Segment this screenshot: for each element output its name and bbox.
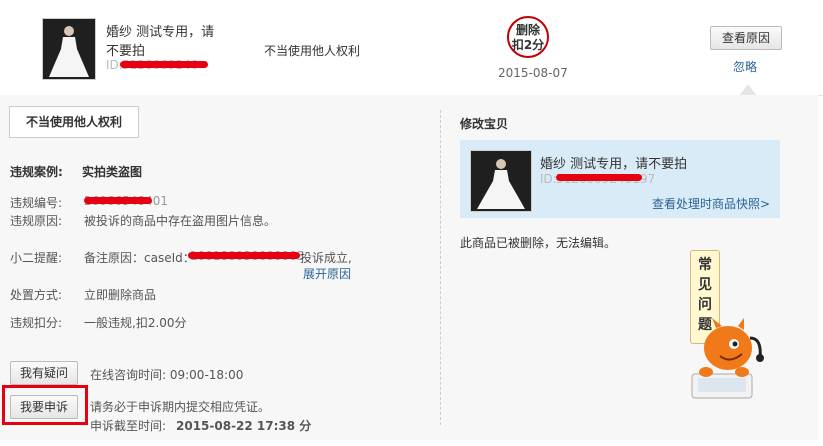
- item-thumbnail[interactable]: [470, 150, 532, 212]
- question-button[interactable]: 我有疑问: [10, 361, 78, 385]
- penalty-stamp: 删除 扣2分: [507, 16, 549, 58]
- reminder-label: 小二提醒:: [10, 251, 63, 265]
- redaction-mark: [120, 61, 208, 68]
- deduct-label: 违规扣分:: [10, 316, 63, 330]
- redaction-mark: [84, 197, 152, 204]
- consult-hours: 在线咨询时间: 09:00-18:00: [90, 368, 244, 382]
- stamp-line1: 删除: [515, 23, 540, 37]
- stamp-line2: 扣2分: [511, 38, 545, 52]
- panel-divider: [440, 110, 441, 425]
- reminder-prefix: 备注原因：caseId：: [84, 251, 195, 265]
- violation-date: 2015-08-07: [498, 66, 568, 80]
- mascot-icon: [691, 318, 764, 399]
- edit-item-heading: 修改宝贝: [460, 117, 509, 131]
- method-value: 立即删除商品: [84, 288, 157, 302]
- view-reason-button[interactable]: 查看原因: [710, 26, 782, 50]
- redaction-mark: [556, 174, 642, 181]
- bride-image: [43, 19, 95, 79]
- reminder-suffix: 投诉成立,: [300, 251, 352, 265]
- product-title-line2[interactable]: 不要拍: [106, 40, 145, 59]
- case-label: 违规案例:: [10, 165, 63, 179]
- appeal-button[interactable]: 我要申诉: [10, 395, 78, 419]
- caret-up-icon: [740, 84, 756, 95]
- case-value: 实拍类盗图: [82, 165, 143, 179]
- item-id-prefix: ID:: [540, 172, 557, 186]
- bride-image: [471, 151, 531, 211]
- code-label: 违规编号:: [10, 196, 63, 210]
- product-thumbnail[interactable]: [42, 18, 96, 80]
- tab-violation-type[interactable]: 不当使用他人权利: [9, 106, 139, 138]
- cause-value: 被投诉的商品中存在盗用图片信息。: [84, 214, 277, 228]
- deadline-label: 申诉截至时间:: [90, 419, 167, 433]
- appeal-note: 请务必于申诉期内提交相应凭证。: [90, 400, 271, 414]
- deduct-value: 一般违规,扣2.00分: [84, 316, 187, 330]
- expand-reason-link[interactable]: 展开原因: [303, 265, 351, 282]
- violation-reason: 不当使用他人权利: [264, 44, 361, 58]
- deadline-value: 2015-08-22 17:38 分: [176, 419, 312, 433]
- method-label: 处置方式:: [10, 288, 63, 302]
- deleted-note: 此商品已被删除，无法编辑。: [460, 236, 617, 250]
- cause-label: 违规原因:: [10, 214, 63, 228]
- mascot-image[interactable]: [686, 318, 770, 404]
- item-title[interactable]: 婚纱 测试专用，请不要拍: [540, 153, 687, 172]
- product-title-line1[interactable]: 婚纱 测试专用，请: [106, 21, 214, 40]
- snapshot-link[interactable]: 查看处理时商品快照>: [652, 195, 770, 212]
- ignore-link[interactable]: 忽略: [733, 58, 757, 75]
- redaction-mark: [188, 252, 300, 259]
